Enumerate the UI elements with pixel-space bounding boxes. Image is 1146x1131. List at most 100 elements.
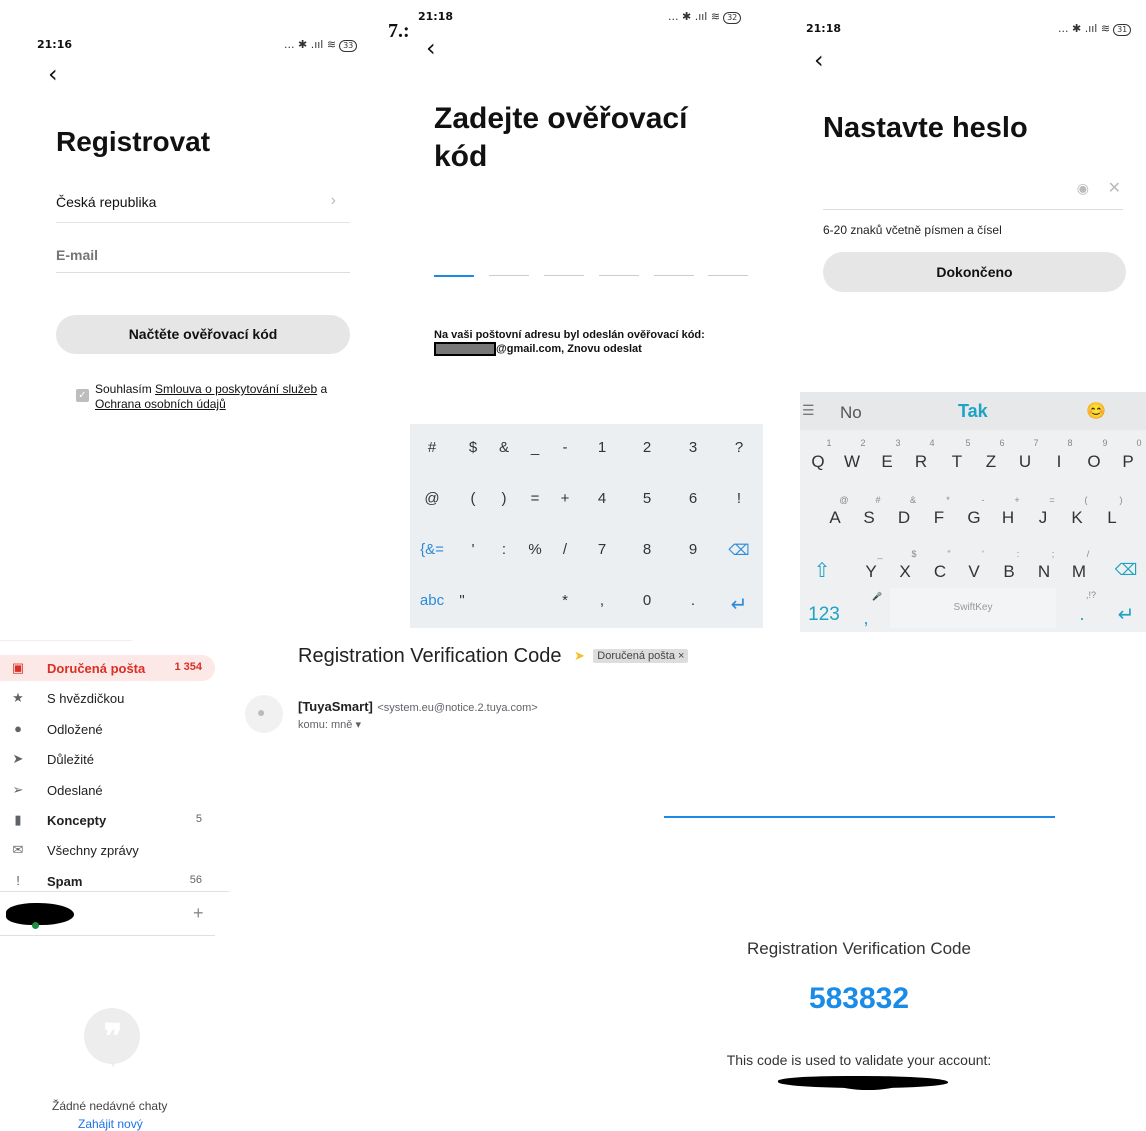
- eye-icon[interactable]: ◉: [1077, 180, 1089, 197]
- back-arrow-icon[interactable]: ‹: [48, 62, 58, 86]
- chevron-right-icon: ›: [330, 192, 336, 209]
- keyboard-key[interactable]: G: [960, 508, 988, 528]
- keyboard-key[interactable]: #: [412, 439, 452, 456]
- suggestion-2[interactable]: Tak: [958, 401, 988, 422]
- resend-link[interactable]: @gmail.com, Znovu odeslat: [496, 343, 642, 355]
- keyboard-key[interactable]: {&=: [412, 541, 452, 558]
- sidebar-item[interactable]: ✉ Všechny zprávy: [0, 837, 215, 863]
- keyboard-key[interactable]: ?: [719, 439, 759, 456]
- keyboard-key[interactable]: 2: [627, 439, 667, 456]
- keyboard-key[interactable]: E: [873, 452, 901, 472]
- country-selector[interactable]: Česká republika ›: [56, 192, 350, 216]
- keyboard-key[interactable]: W: [838, 452, 866, 472]
- keyboard-key[interactable]: 4: [582, 490, 622, 507]
- consent-checkbox[interactable]: ✓: [76, 389, 89, 402]
- keyboard-key[interactable]: O: [1080, 452, 1108, 472]
- email-field[interactable]: [56, 244, 350, 266]
- done-button[interactable]: Dokončeno: [823, 252, 1126, 292]
- keyboard-key[interactable]: 0: [627, 592, 667, 609]
- backspace-key-icon[interactable]: ⌫: [1112, 560, 1140, 580]
- backspace-key[interactable]: ⌫: [719, 541, 759, 559]
- info-text: Na vaši poštovní adresu byl odeslán ověř…: [434, 328, 754, 357]
- keyboard-key[interactable]: X: [891, 562, 919, 582]
- comma-key[interactable]: ,: [852, 608, 880, 629]
- keyboard-key[interactable]: 6: [673, 490, 713, 507]
- keyboard-key[interactable]: T: [943, 452, 971, 472]
- keyboard-key[interactable]: C: [926, 562, 954, 582]
- keyboard-key[interactable]: !: [719, 490, 759, 507]
- keyboard-key[interactable]: ,: [582, 592, 622, 609]
- sidebar-item[interactable]: ➢ Odeslané: [0, 777, 215, 803]
- email-subject: Registration Verification Code: [298, 645, 562, 667]
- key-hint: ): [1119, 495, 1123, 505]
- keyboard-menu-icon[interactable]: ☰: [802, 402, 815, 419]
- clear-icon[interactable]: ✕: [1108, 178, 1121, 198]
- keyboard-key[interactable]: *: [545, 592, 585, 609]
- keyboard-key[interactable]: H: [994, 508, 1022, 528]
- space-key[interactable]: SwiftKey: [890, 588, 1056, 628]
- keyboard-key[interactable]: B: [995, 562, 1023, 582]
- emoji-suggestion-icon[interactable]: 😊: [1086, 401, 1106, 421]
- sidebar-item[interactable]: ▮ Koncepty 5: [0, 807, 215, 833]
- start-new-chat-link[interactable]: Zahájit nový: [78, 1117, 143, 1131]
- sidebar-item[interactable]: ● Odložené: [0, 716, 215, 742]
- keyboard-key[interactable]: Z: [977, 452, 1005, 472]
- back-arrow-icon[interactable]: ‹: [814, 48, 824, 72]
- sidebar-item[interactable]: ▣ Doručená pošta 1 354: [0, 655, 215, 681]
- keyboard-key[interactable]: R: [907, 452, 935, 472]
- enter-key-icon[interactable]: ↵: [1112, 602, 1140, 627]
- shift-key-icon[interactable]: ⇧: [808, 558, 836, 583]
- keyboard-key[interactable]: Q: [804, 452, 832, 472]
- keyboard-key[interactable]: L: [1098, 508, 1126, 528]
- clock-icon: ●: [14, 720, 22, 736]
- keyboard-key[interactable]: @: [412, 490, 452, 507]
- keyboard-key[interactable]: N: [1030, 562, 1058, 582]
- keyboard-key[interactable]: J: [1029, 508, 1057, 528]
- keyboard-key[interactable]: +: [545, 490, 585, 507]
- code-digit-3: [544, 275, 584, 276]
- keyboard-key[interactable]: U: [1011, 452, 1039, 472]
- inbox-label-chip[interactable]: Doručená pošta ×: [593, 649, 689, 663]
- sidebar-item[interactable]: ★ S hvězdičkou: [0, 685, 215, 711]
- recipient-dropdown[interactable]: komu: mně ▾: [298, 718, 361, 731]
- keyboard-key[interactable]: 7: [582, 541, 622, 558]
- keyboard-key[interactable]: 3: [673, 439, 713, 456]
- suggestion-1[interactable]: No: [840, 403, 862, 423]
- keyboard-key[interactable]: .: [673, 592, 713, 609]
- keyboard-key[interactable]: 9: [673, 541, 713, 558]
- get-code-button[interactable]: Načtěte ověřovací kód: [56, 315, 350, 354]
- keyboard-key[interactable]: K: [1063, 508, 1091, 528]
- numbers-key[interactable]: 123: [804, 604, 844, 626]
- back-arrow-icon[interactable]: ‹: [426, 36, 436, 60]
- keyboard-key[interactable]: 8: [627, 541, 667, 558]
- keyboard-key[interactable]: 5: [627, 490, 667, 507]
- add-contact-button[interactable]: +: [193, 903, 204, 924]
- enter-key[interactable]: ↵: [719, 592, 759, 617]
- keyboard-key[interactable]: ": [442, 592, 482, 609]
- keyboard-key[interactable]: D: [890, 508, 918, 528]
- keyboard-key[interactable]: V: [960, 562, 988, 582]
- password-field[interactable]: ◉ ✕: [823, 176, 1123, 206]
- code-input[interactable]: [434, 275, 748, 278]
- keyboard-key[interactable]: S: [855, 508, 883, 528]
- password-hint: 6-20 znaků včetně písmen a čísel: [823, 223, 1002, 237]
- keyboard-key[interactable]: M: [1065, 562, 1093, 582]
- sidebar-item[interactable]: ! Spam 56: [0, 868, 215, 894]
- keyboard-key[interactable]: 1: [582, 439, 622, 456]
- terms-link[interactable]: Smlouva o poskytování služeb: [155, 382, 317, 396]
- keyboard-key[interactable]: I: [1045, 452, 1073, 472]
- keyboard-key[interactable]: -: [545, 439, 585, 456]
- battery-icon: 32: [723, 12, 742, 24]
- key-hint: 2: [860, 438, 866, 448]
- period-key[interactable]: .: [1068, 604, 1096, 625]
- key-hint: +: [1014, 495, 1020, 505]
- keyboard-key[interactable]: /: [545, 541, 585, 558]
- important-marker-icon[interactable]: ➤: [574, 648, 585, 664]
- qwerty-keyboard: ☰ No Tak 😊 Q 1 W 2 E 3 R 4 T 5 Z 6 U 7 I 8 O 9 P 0 A @ S # D & F * G…: [800, 392, 1146, 632]
- keyboard-key[interactable]: A: [821, 508, 849, 528]
- keyboard-key[interactable]: P: [1114, 452, 1142, 472]
- keyboard-key[interactable]: Y: [857, 562, 885, 582]
- privacy-link[interactable]: Ochrana osobních údajů: [95, 397, 226, 411]
- sidebar-item[interactable]: ➤ Důležité: [0, 746, 215, 772]
- keyboard-key[interactable]: F: [925, 508, 953, 528]
